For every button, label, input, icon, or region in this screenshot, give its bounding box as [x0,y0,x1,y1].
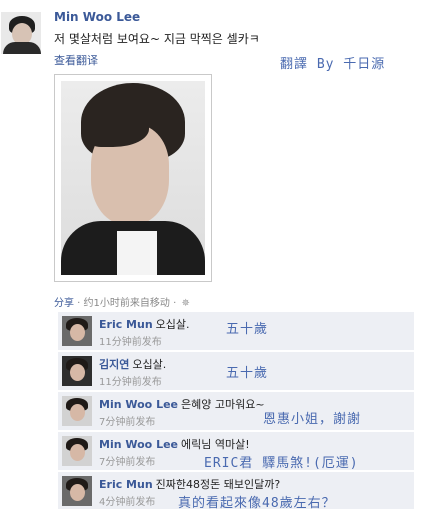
commenter-name[interactable]: Eric Mun 진짜한48정돈 돼보인달까? [99,476,280,492]
comment-time[interactable]: 7分钟前发布 [99,453,155,468]
post-text: 저 몇살처럼 보여요~ 지금 막찍은 셀카ㅋ [54,32,260,46]
translation-note: 五十歲 [226,322,269,337]
translation-note: 真的看起來像48歲左右？ [178,496,336,509]
commenter-name[interactable]: 김지연 오십살. [99,356,166,372]
comment-item: Min Woo Lee 에릭님 역마살! 7分钟前发布 ERIC君 驛馬煞!(厄運… [58,432,414,471]
commenter-name[interactable]: Min Woo Lee 은혜양 고마워요~ [99,396,265,412]
share-link[interactable]: 分享 [54,298,74,309]
comment-text: 에릭님 역마살! [181,438,250,451]
comment-item: Eric Mun 오십살. 11分钟前发布 五十歲 [58,312,414,351]
comment-item: 김지연 오십살. 11分钟前发布 五十歲 [58,352,414,391]
translation-note: ERIC君 驛馬煞!(厄運) [204,456,359,471]
commenter-avatar[interactable] [62,356,92,386]
comment-list: Eric Mun 오십살. 11分钟前发布 五十歲 김지연 오십살. 11分钟前发布… [58,312,414,509]
poster-avatar[interactable] [1,12,41,54]
comment-text: 은혜양 고마워요~ [181,398,265,411]
commenter-avatar[interactable] [62,396,92,426]
comment-time[interactable]: 11分钟前发布 [99,333,162,348]
commenter-avatar[interactable] [62,316,92,346]
avatar-body [3,42,41,54]
post-meta: · 约1小时前来自移动 · [74,298,177,309]
poster-name[interactable]: Min Woo Lee [54,10,140,24]
commenter-name[interactable]: Eric Mun 오십살. [99,316,190,332]
comment-text: 진짜한48정돈 돼보인달까? [155,478,281,491]
commenter-avatar[interactable] [62,476,92,506]
comment-text: 오십살. [132,358,167,371]
commenter-name[interactable]: Min Woo Lee 에릭님 역마살! [99,436,250,452]
comment-time[interactable]: 7分钟前发布 [99,413,155,428]
photo-image [61,81,205,275]
translation-note: 五十歲 [226,366,269,381]
comment-text: 오십살. [155,318,190,331]
gear-icon[interactable]: ✵ [181,298,189,309]
post-photo[interactable] [54,74,212,282]
commenter-avatar[interactable] [62,436,92,466]
translation-credit-note: 翻譯 By 千日源 [280,57,386,72]
comment-item: Min Woo Lee 은혜양 고마워요~ 7分钟前发布 恩惠小姐，謝謝 [58,392,414,431]
post-action-line: 分享 · 约1小时前来自移动 · ✵ [54,294,190,309]
comment-item: Eric Mun 진짜한48정돈 돼보인달까? 4分钟前发布 真的看起來像48歲左… [58,472,414,509]
comment-time[interactable]: 4分钟前发布 [99,493,155,508]
see-translation-link[interactable]: 查看翻译 [54,52,98,68]
translation-note: 恩惠小姐，謝謝 [263,412,362,427]
comment-time[interactable]: 11分钟前发布 [99,373,162,388]
